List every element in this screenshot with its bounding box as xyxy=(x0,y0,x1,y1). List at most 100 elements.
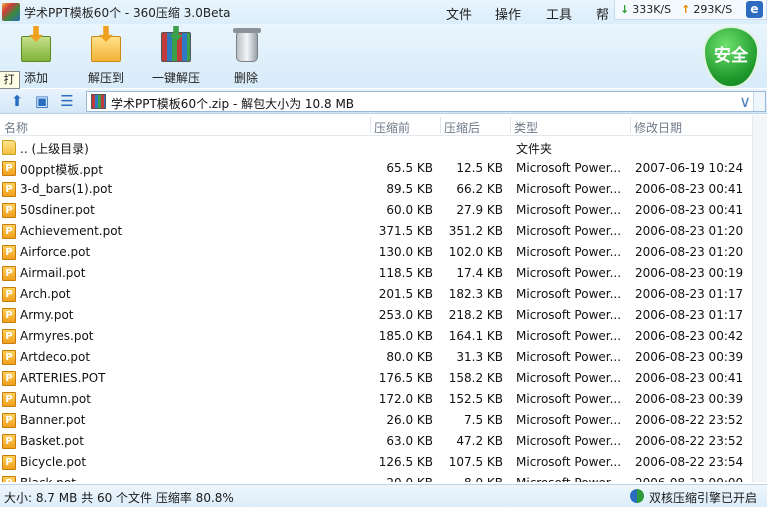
up-arrow-icon[interactable]: ⬆ xyxy=(8,93,26,109)
table-row[interactable]: P Arch.pot 201.5 KB 182.3 KB Microsoft Power… xyxy=(0,284,752,305)
file-name: 50sdiner.pot xyxy=(20,203,95,217)
powerpoint-file-icon: P xyxy=(2,413,16,428)
file-name: Basket.pot xyxy=(20,434,84,448)
address-field[interactable]: 学术PPT模板60个.zip - 解包大小为 10.8 MB ∨ xyxy=(86,91,766,112)
size-after: 27.9 KB xyxy=(456,203,503,217)
extract-to-button[interactable]: 解压到 xyxy=(84,26,128,86)
file-name: Black.pot xyxy=(20,476,76,482)
menu-tools[interactable]: 工具 xyxy=(546,4,572,23)
size-before: 65.5 KB xyxy=(386,161,433,175)
size-after: 47.2 KB xyxy=(456,434,503,448)
one-click-extract-icon xyxy=(157,26,195,64)
file-name: Armyres.pot xyxy=(20,329,94,343)
file-name: .. (上级目录) xyxy=(20,142,89,156)
file-type: Microsoft Power... xyxy=(516,245,622,259)
table-row[interactable]: P Black.pot 20.0 KB 8.0 KB Microsoft Power..… xyxy=(0,473,752,482)
table-row[interactable]: P Airmail.pot 118.5 KB 17.4 KB Microsoft Pow… xyxy=(0,263,752,284)
modified-date: 2006-08-22 23:54 xyxy=(635,455,744,469)
size-before: 118.5 KB xyxy=(378,266,433,280)
table-row[interactable]: P Airforce.pot 130.0 KB 102.0 KB Microsoft P… xyxy=(0,242,752,263)
file-type: Microsoft Power... xyxy=(516,392,622,406)
size-before: 80.0 KB xyxy=(386,350,433,364)
address-scroll[interactable] xyxy=(753,92,765,111)
modified-date: 2007-06-19 10:24 xyxy=(635,161,744,175)
add-button[interactable]: 添加 xyxy=(14,26,58,86)
file-name: Army.pot xyxy=(20,308,74,322)
trash-icon xyxy=(227,26,265,64)
powerpoint-file-icon: P xyxy=(2,266,16,281)
size-after: 164.1 KB xyxy=(448,329,503,343)
column-name[interactable]: 名称 xyxy=(4,119,28,136)
table-row[interactable]: P ARTERIES.POT 176.5 KB 158.2 KB Microsoft P… xyxy=(0,368,752,389)
modified-date: 2006-08-23 00:41 xyxy=(635,203,744,217)
table-row[interactable]: P Armyres.pot 185.0 KB 164.1 KB Microsoft Po… xyxy=(0,326,752,347)
powerpoint-file-icon: P xyxy=(2,287,16,302)
powerpoint-file-icon: P xyxy=(2,434,16,449)
chevron-down-icon[interactable]: ∨ xyxy=(739,92,751,111)
size-before: 26.0 KB xyxy=(386,413,433,427)
add-archive-icon xyxy=(17,26,55,64)
vertical-scrollbar[interactable] xyxy=(752,115,767,482)
file-list-header: 名称 压缩前 压缩后 类型 修改日期 xyxy=(0,115,752,136)
zip-file-icon xyxy=(91,94,106,109)
size-before: 176.5 KB xyxy=(378,371,433,385)
file-list: .. (上级目录) 文件夹 P 00ppt模板.ppt 65.5 KB 12.5 KB Mi… xyxy=(0,137,752,482)
size-before: 371.5 KB xyxy=(378,224,433,238)
column-modified[interactable]: 修改日期 xyxy=(634,119,682,136)
size-before: 172.0 KB xyxy=(378,392,433,406)
table-row[interactable]: P Army.pot 253.0 KB 218.2 KB Microsoft Power… xyxy=(0,305,752,326)
powerpoint-file-icon: P xyxy=(2,455,16,470)
table-row[interactable]: P 3-d_bars(1).pot 89.5 KB 66.2 KB Microsoft … xyxy=(0,179,752,200)
upload-arrow-icon: ↑ xyxy=(681,3,691,16)
size-after: 351.2 KB xyxy=(448,224,503,238)
table-row[interactable]: .. (上级目录) 文件夹 xyxy=(0,137,752,158)
table-row[interactable]: P Autumn.pot 172.0 KB 152.5 KB Microsoft Pow… xyxy=(0,389,752,410)
powerpoint-file-icon: P xyxy=(2,203,16,218)
menu-file[interactable]: 文件 xyxy=(446,4,472,23)
file-name: Bicycle.pot xyxy=(20,455,87,469)
table-row[interactable]: P Artdeco.pot 80.0 KB 31.3 KB Microsoft Powe… xyxy=(0,347,752,368)
size-after: 102.0 KB xyxy=(448,245,503,259)
table-row[interactable]: P Basket.pot 63.0 KB 47.2 KB Microsoft Power… xyxy=(0,431,752,452)
file-name: Banner.pot xyxy=(20,413,86,427)
powerpoint-file-icon: P xyxy=(2,245,16,260)
delete-button[interactable]: 删除 xyxy=(226,26,266,86)
table-row[interactable]: P 00ppt模板.ppt 65.5 KB 12.5 KB Microsoft Powe… xyxy=(0,158,752,179)
menu-help[interactable]: 帮 xyxy=(596,4,609,23)
table-row[interactable]: P Bicycle.pot 126.5 KB 107.5 KB Microsoft Po… xyxy=(0,452,752,473)
modified-date: 2006-08-23 00:39 xyxy=(635,392,744,406)
file-type: Microsoft Power... xyxy=(516,224,622,238)
column-type[interactable]: 类型 xyxy=(514,119,538,136)
browser-icon[interactable]: e xyxy=(746,1,763,18)
table-row[interactable]: P 50sdiner.pot 60.0 KB 27.9 KB Microsoft Pow… xyxy=(0,200,752,221)
powerpoint-file-icon: P xyxy=(2,224,16,239)
address-bar-row: ⬆ ▣ ☰ 学术PPT模板60个.zip - 解包大小为 10.8 MB ∨ xyxy=(0,89,767,114)
engine-status: 双核压缩引擎已开启 xyxy=(648,491,757,505)
modified-date: 2006-08-23 00:39 xyxy=(635,350,744,364)
modified-date: 2006-08-23 01:20 xyxy=(635,224,744,238)
extract-folder-icon xyxy=(87,26,125,64)
size-after: 66.2 KB xyxy=(456,182,503,196)
powerpoint-file-icon: P xyxy=(2,308,16,323)
column-size-before[interactable]: 压缩前 xyxy=(374,119,410,136)
size-after: 218.2 KB xyxy=(448,308,503,322)
table-row[interactable]: P Banner.pot 26.0 KB 7.5 KB Microsoft Power.… xyxy=(0,410,752,431)
file-type: Microsoft Power... xyxy=(516,371,622,385)
file-type: Microsoft Power... xyxy=(516,455,622,469)
powerpoint-file-icon: P xyxy=(2,350,16,365)
size-after: 31.3 KB xyxy=(456,350,503,364)
size-after: 107.5 KB xyxy=(448,455,503,469)
powerpoint-file-icon: P xyxy=(2,371,16,386)
modified-date: 2006-08-23 01:17 xyxy=(635,308,744,322)
file-type: Microsoft Power... xyxy=(516,266,622,280)
one-click-extract-button[interactable]: 一键解压 xyxy=(150,26,202,86)
thumbnail-view-icon[interactable]: ▣ xyxy=(33,93,51,109)
table-row[interactable]: P Achievement.pot 371.5 KB 351.2 KB Microsof… xyxy=(0,221,752,242)
file-type: Microsoft Power... xyxy=(516,329,622,343)
size-after: 152.5 KB xyxy=(448,392,503,406)
column-size-after[interactable]: 压缩后 xyxy=(444,119,480,136)
menu-operation[interactable]: 操作 xyxy=(495,4,521,23)
file-name: Airmail.pot xyxy=(20,266,86,280)
list-view-icon[interactable]: ☰ xyxy=(58,93,76,109)
download-speed: 333K/S xyxy=(632,3,672,16)
